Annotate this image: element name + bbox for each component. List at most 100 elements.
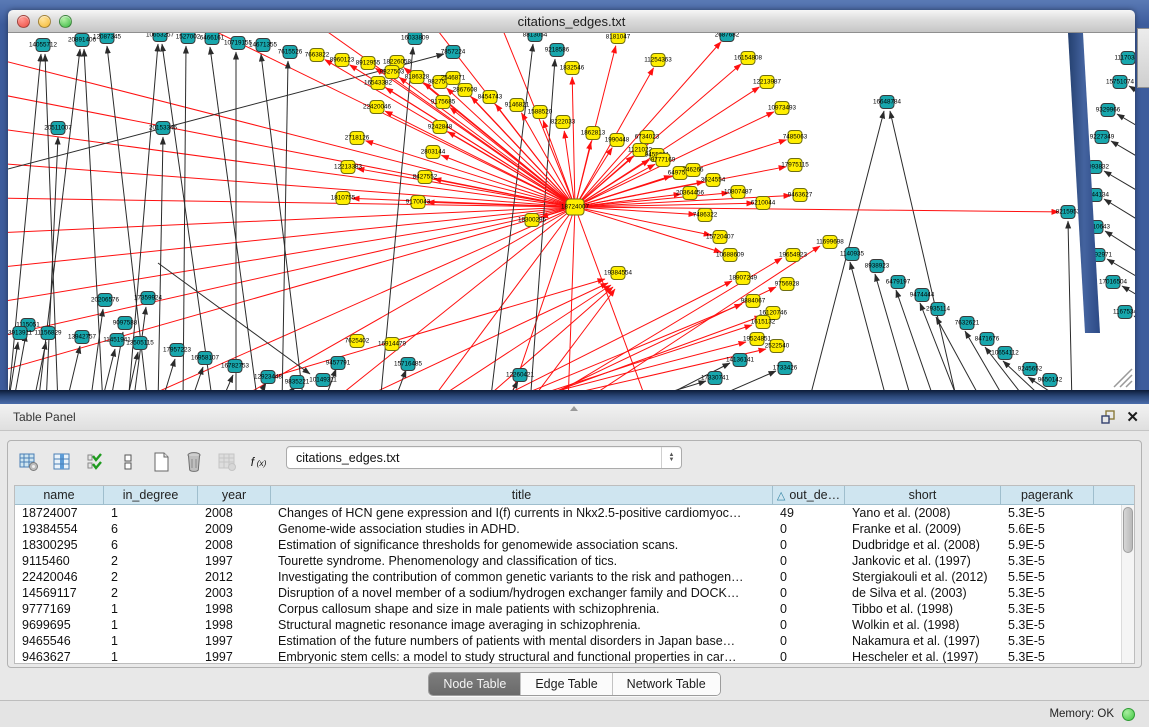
table-cell: 1	[104, 602, 198, 616]
table-cell: Estimation of significance thresholds fo…	[271, 538, 773, 552]
svg-text:3913911: 3913911	[8, 330, 33, 337]
row-height-icon[interactable]	[117, 451, 139, 473]
tab-node-table[interactable]: Node Table	[429, 673, 520, 695]
table-row[interactable]: 2242004622012Investigating the contribut…	[15, 569, 1134, 585]
table-cell: 0	[773, 618, 845, 632]
svg-text:2803144: 2803144	[421, 149, 446, 156]
network-view-window[interactable]: citations_edges.txt 18724007766382289601…	[8, 10, 1135, 390]
svg-text:746266: 746266	[682, 167, 704, 174]
network-canvas[interactable]: 1872400776638228960123891295518226058982…	[8, 33, 1135, 390]
svg-text:17016504: 17016504	[1099, 279, 1128, 286]
svg-text:20364456: 20364456	[676, 190, 705, 197]
column-header-short[interactable]: short	[845, 486, 1001, 504]
window-titlebar[interactable]: citations_edges.txt	[8, 10, 1135, 33]
column-header-title[interactable]: title	[271, 486, 773, 504]
svg-text:19654923: 19654923	[779, 252, 808, 259]
table-cell: Corpus callosum shape and size in male p…	[271, 602, 773, 616]
tab-edge-table[interactable]: Edge Table	[520, 673, 611, 695]
svg-text:1140935: 1140935	[840, 251, 865, 258]
table-row[interactable]: 1830029562008Estimation of significance …	[15, 537, 1134, 553]
resize-grip-icon[interactable]	[1114, 369, 1132, 387]
svg-text:8912955: 8912955	[356, 60, 381, 67]
svg-text:22420046: 22420046	[363, 104, 392, 111]
tab-network-table[interactable]: Network Table	[612, 673, 720, 695]
svg-text:8813054: 8813054	[523, 33, 548, 39]
table-cell: Nakamura et al. (1997)	[845, 634, 1001, 648]
delete-column-icon[interactable]	[183, 451, 205, 473]
memory-status-label: Memory: OK	[1049, 708, 1114, 720]
svg-text:13942757: 13942757	[68, 334, 97, 341]
svg-text:18724007: 18724007	[561, 204, 590, 211]
svg-text:9756928: 9756928	[775, 281, 800, 288]
node-table: namein_degreeyeartitle△out_de…shortpager…	[14, 485, 1135, 664]
table-row[interactable]: 1938455462009Genome-wide association stu…	[15, 521, 1134, 537]
table-cell: 2008	[198, 538, 271, 552]
function-builder-icon[interactable]: f(x)	[249, 451, 271, 473]
svg-text:19524851: 19524851	[743, 336, 772, 343]
table-row[interactable]: 1872400712008Changes of HCN gene express…	[15, 505, 1134, 521]
table-cell: 0	[773, 538, 845, 552]
table-settings-icon[interactable]	[18, 451, 40, 473]
table-row[interactable]: 977716911998Corpus callosum shape and si…	[15, 601, 1134, 617]
svg-text:7615526: 7615526	[278, 49, 303, 56]
svg-text:9097588: 9097588	[113, 320, 138, 327]
table-cell: de Silva et al. (2003)	[845, 586, 1001, 600]
svg-text:12213383: 12213383	[334, 164, 363, 171]
column-header-pagerank[interactable]: pagerank	[1001, 486, 1094, 504]
table-row[interactable]: 969969511998Structural magnetic resonanc…	[15, 617, 1134, 633]
table-cell: 2	[104, 570, 198, 584]
svg-text:11156829: 11156829	[34, 330, 62, 337]
svg-text:9650142: 9650142	[1038, 377, 1063, 384]
table-row[interactable]: 946554611997Estimation of the future num…	[15, 633, 1134, 649]
table-cell: 6	[104, 538, 198, 552]
table-cell: 2008	[198, 506, 271, 520]
column-header-in_degree[interactable]: in_degree	[104, 486, 198, 504]
table-row[interactable]: 911546021997Tourette syndrome. Phenomeno…	[15, 553, 1134, 569]
svg-text:9835221: 9835221	[285, 379, 310, 386]
svg-text:9827503: 9827503	[380, 69, 405, 76]
svg-text:9457791: 9457791	[326, 360, 351, 367]
zoom-window-button[interactable]	[59, 15, 72, 28]
svg-text:12923448: 12923448	[254, 374, 283, 381]
svg-text:7485063: 7485063	[783, 134, 808, 141]
table-cell: 6	[104, 522, 198, 536]
svg-text:17975115: 17975115	[781, 162, 809, 169]
svg-text:9245652: 9245652	[1018, 366, 1043, 373]
close-window-button[interactable]	[17, 15, 30, 28]
vertical-scrollbar[interactable]	[1121, 505, 1134, 663]
create-column-icon[interactable]	[150, 451, 172, 473]
table-cell: 5.3E-5	[1001, 586, 1094, 600]
column-header-name[interactable]: name	[15, 486, 104, 504]
column-header-out_de[interactable]: △out_de…	[773, 486, 845, 504]
table-cell: 9699695	[15, 618, 104, 632]
panel-title: Table Panel	[13, 410, 1100, 424]
show-columns-icon[interactable]	[51, 451, 73, 473]
svg-text:1862813: 1862813	[581, 130, 606, 137]
svg-text:6479197: 6479197	[886, 279, 911, 286]
close-panel-icon[interactable]: ✕	[1126, 410, 1139, 425]
minimize-window-button[interactable]	[38, 15, 51, 28]
svg-text:6734023: 6734023	[635, 134, 660, 141]
column-header-year[interactable]: year	[198, 486, 271, 504]
select-columns-icon[interactable]	[84, 451, 106, 473]
table-row[interactable]: 1456911722003Disruption of a novel membe…	[15, 585, 1134, 601]
panel-resize-handle[interactable]	[570, 406, 578, 411]
table-cell: 0	[773, 570, 845, 584]
svg-text:3624554: 3624554	[701, 177, 726, 184]
table-cell: 0	[773, 634, 845, 648]
table-toolbar: f(x)	[18, 447, 271, 477]
scrollbar-thumb[interactable]	[1123, 507, 1133, 553]
table-cell: 5.3E-5	[1001, 602, 1094, 616]
svg-text:16958107: 16958107	[191, 355, 220, 362]
svg-text:9227349: 9227349	[1090, 134, 1115, 141]
table-cell: 22420046	[15, 570, 104, 584]
table-cell: 9777169	[15, 602, 104, 616]
svg-text:8427552: 8427552	[413, 174, 438, 181]
table-cell: 18300295	[15, 538, 104, 552]
svg-text:20206576: 20206576	[91, 297, 120, 304]
float-panel-icon[interactable]	[1100, 409, 1116, 425]
table-select-dropdown[interactable]: citations_edges.txt ▲▼	[286, 446, 682, 469]
table-cell: 9115460	[15, 554, 104, 568]
import-table-icon[interactable]	[216, 451, 238, 473]
table-row[interactable]: 946362711997Embryonic stem cells: a mode…	[15, 649, 1134, 664]
